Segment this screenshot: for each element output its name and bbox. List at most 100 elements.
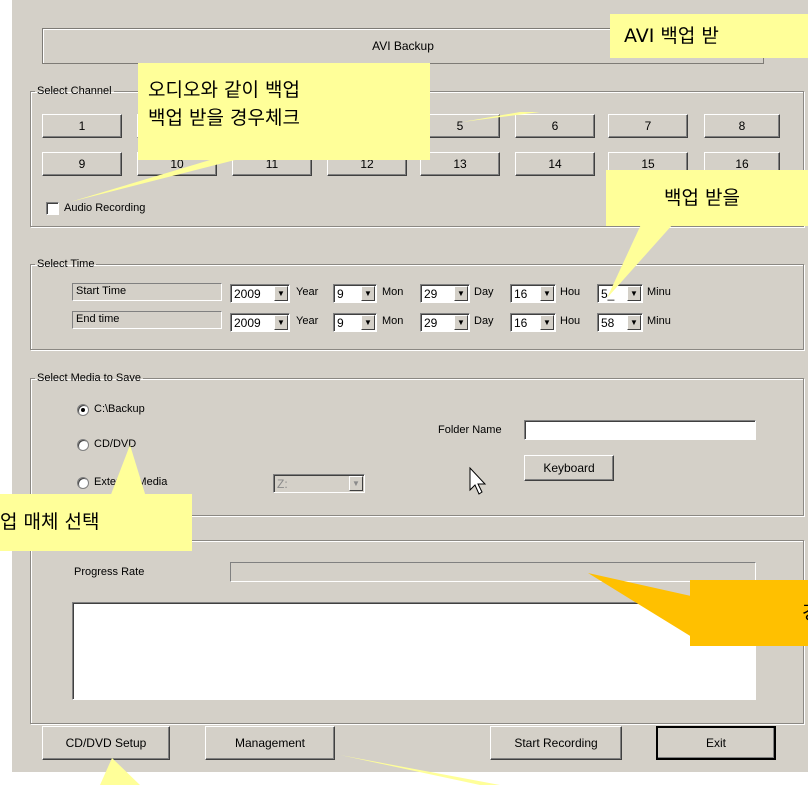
media-callout: 업 매체 선택 — [0, 494, 192, 551]
select-time-legend: Select Time — [37, 258, 95, 270]
end-minute-value: 58 — [601, 316, 615, 330]
start-hour-select[interactable]: 16 ▼ — [510, 284, 556, 303]
start-time-label: Start Time — [76, 285, 127, 297]
end-day-select[interactable]: 29 ▼ — [420, 313, 470, 332]
channel-label: 15 — [641, 157, 655, 171]
progress-rate-label: Progress Rate — [74, 566, 145, 578]
folder-name-input[interactable] — [524, 420, 756, 440]
exit-button[interactable]: Exit — [656, 726, 776, 760]
chevron-down-icon: ▼ — [274, 315, 288, 330]
start-month-unit: Mon — [382, 286, 404, 298]
channel-label: 1 — [78, 119, 86, 133]
chevron-down-icon: ▼ — [454, 315, 468, 330]
chevron-down-icon: ▼ — [627, 286, 641, 301]
channel-button-6[interactable]: 6 — [515, 114, 595, 138]
chevron-down-icon: ▼ — [361, 315, 375, 330]
window-title: AVI Backup — [372, 39, 434, 53]
channel-button-1[interactable]: 1 — [42, 114, 122, 138]
start-minute-unit: Minu — [647, 286, 671, 298]
end-time-label-box: End time — [72, 311, 222, 329]
start-recording-label: Start Recording — [514, 736, 598, 750]
chevron-down-icon: ▼ — [349, 476, 363, 491]
media-option-cd-dvd: CD/DVD — [94, 438, 137, 450]
end-minute-select[interactable]: 58 ▼ — [597, 313, 643, 332]
channel-button-9[interactable]: 9 — [42, 152, 122, 176]
log-textarea[interactable] — [72, 602, 756, 700]
audio-recording-label: Audio Recording — [64, 202, 146, 214]
chevron-down-icon: ▼ — [540, 286, 554, 301]
end-hour-unit: Hou — [560, 315, 581, 327]
end-minute-unit: Minu — [647, 315, 671, 327]
end-month-select[interactable]: 9 ▼ — [333, 313, 377, 332]
time-callout: 백업 받을 — [606, 170, 808, 226]
keyboard-button-label: Keyboard — [543, 461, 595, 475]
media-option-backup: C:\Backup — [94, 403, 145, 415]
title-callout-text: AVI 백업 받 — [624, 25, 719, 47]
audio-callout-line1: 오디오와 같이 백업 — [148, 79, 300, 101]
chevron-down-icon: ▼ — [454, 286, 468, 301]
channel-label: 16 — [735, 157, 749, 171]
chevron-down-icon: ▼ — [361, 286, 375, 301]
start-month-value: 9 — [337, 287, 344, 301]
channel-button-14[interactable]: 14 — [515, 152, 595, 176]
screenshot-stage: AVI Backup Select Channel 1 2 3 4 5 6 7 … — [0, 0, 808, 785]
channel-label: 8 — [738, 119, 746, 133]
audio-callout-line2: 백업 받을 경우체크 — [148, 107, 300, 129]
end-hour-value: 16 — [514, 316, 528, 330]
end-time-label: End time — [76, 313, 120, 325]
channel-button-5[interactable]: 5 — [420, 114, 500, 138]
end-year-value: 2009 — [234, 316, 261, 330]
time-callout-text: 백업 받을 — [664, 187, 740, 209]
audio-recording-checkbox[interactable] — [46, 202, 59, 215]
channel-label: 7 — [644, 119, 652, 133]
management-label: Management — [234, 736, 306, 750]
end-year-unit: Year — [296, 315, 319, 327]
cd-dvd-setup-button[interactable]: CD/DVD Setup — [42, 726, 170, 760]
channel-label: 6 — [551, 119, 559, 133]
progress-callout: 경 — [690, 580, 808, 646]
start-day-select[interactable]: 29 ▼ — [420, 284, 470, 303]
start-day-unit: Day — [474, 286, 494, 298]
start-recording-button[interactable]: Start Recording — [490, 726, 622, 760]
select-time-group: Select Time — [30, 258, 804, 350]
chevron-down-icon: ▼ — [540, 315, 554, 330]
start-month-select[interactable]: 9 ▼ — [333, 284, 377, 303]
audio-callout: 오디오와 같이 백업 백업 받을 경우체크 — [138, 63, 430, 160]
end-day-value: 29 — [424, 316, 438, 330]
channel-label: 14 — [548, 157, 562, 171]
media-radio-backup[interactable] — [77, 404, 89, 416]
start-hour-unit: Hou — [560, 286, 581, 298]
external-drive-value: Z: — [277, 477, 288, 491]
progress-bar — [230, 562, 756, 582]
media-option-external: External Media — [94, 476, 168, 488]
start-year-unit: Year — [296, 286, 319, 298]
start-hour-value: 16 — [514, 287, 528, 301]
progress-callout-text: 경 — [802, 602, 808, 624]
management-button[interactable]: Management — [205, 726, 335, 760]
channel-button-8[interactable]: 8 — [704, 114, 780, 138]
start-time-label-box: Start Time — [72, 283, 222, 301]
select-media-legend: Select Media to Save — [37, 372, 141, 384]
channel-button-13[interactable]: 13 — [420, 152, 500, 176]
chevron-down-icon: ▼ — [627, 315, 641, 330]
start-minute-value: 5_ — [601, 287, 615, 301]
media-radio-cd-dvd[interactable] — [77, 439, 89, 451]
media-radio-external[interactable] — [77, 477, 89, 489]
end-month-value: 9 — [337, 316, 344, 330]
select-channel-legend: Select Channel — [37, 85, 112, 97]
cd-dvd-setup-label: CD/DVD Setup — [65, 736, 147, 750]
end-hour-select[interactable]: 16 ▼ — [510, 313, 556, 332]
start-year-select[interactable]: 2009 ▼ — [230, 284, 290, 303]
end-day-unit: Day — [474, 315, 494, 327]
title-callout: AVI 백업 받 — [610, 14, 808, 58]
keyboard-button[interactable]: Keyboard — [524, 455, 614, 481]
channel-label: 5 — [456, 119, 464, 133]
end-year-select[interactable]: 2009 ▼ — [230, 313, 290, 332]
start-year-value: 2009 — [234, 287, 261, 301]
start-minute-select[interactable]: 5_ ▼ — [597, 284, 643, 303]
exit-label: Exit — [705, 736, 726, 750]
start-day-value: 29 — [424, 287, 438, 301]
media-callout-text: 업 매체 선택 — [0, 511, 100, 533]
channel-button-7[interactable]: 7 — [608, 114, 688, 138]
external-drive-select[interactable]: Z: ▼ — [273, 474, 365, 493]
